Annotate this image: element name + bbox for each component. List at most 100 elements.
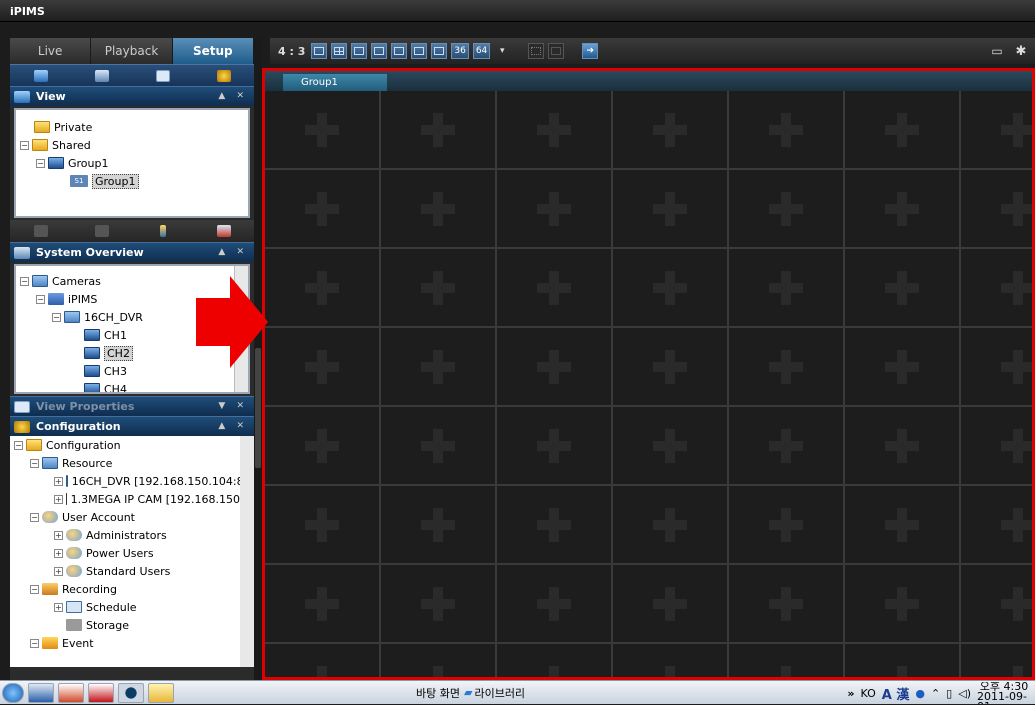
video-cell[interactable] xyxy=(845,565,959,642)
video-cell[interactable] xyxy=(497,170,611,247)
system-overview-section-header[interactable]: System Overview ▲ ✕ xyxy=(10,242,254,262)
video-cell[interactable] xyxy=(381,644,495,677)
video-cell[interactable] xyxy=(845,486,959,563)
video-cell[interactable] xyxy=(729,644,843,677)
video-cell[interactable] xyxy=(729,170,843,247)
keyboard-icon[interactable]: ▭ xyxy=(989,43,1005,59)
collapse-icon[interactable]: − xyxy=(14,440,23,450)
toolbar-overflow-icon[interactable]: » xyxy=(847,687,854,700)
video-cell[interactable] xyxy=(265,328,379,405)
collapse-close-controls[interactable]: ▲ ✕ xyxy=(218,91,248,101)
collapse-icon[interactable]: − xyxy=(30,512,39,522)
collapse-icon[interactable]: − xyxy=(30,458,39,468)
video-cell[interactable] xyxy=(729,328,843,405)
video-cell[interactable] xyxy=(381,170,495,247)
expand-icon[interactable]: + xyxy=(54,476,63,486)
video-cell[interactable] xyxy=(381,565,495,642)
video-cell[interactable] xyxy=(265,407,379,484)
tree-node-private[interactable]: Private xyxy=(20,118,244,136)
layout-3x3-button[interactable] xyxy=(351,43,368,59)
tree-node-schedule[interactable]: + Schedule xyxy=(10,598,240,616)
ime-mode-indicator[interactable]: A 漢 xyxy=(882,684,910,703)
video-cell[interactable] xyxy=(845,328,959,405)
view-properties-toggle-button[interactable] xyxy=(132,65,193,86)
layout-2x2-button[interactable] xyxy=(331,43,348,59)
view-toggle-button[interactable] xyxy=(10,65,71,86)
view-properties-section-header[interactable]: View Properties ▼ ✕ xyxy=(10,396,254,416)
video-cell[interactable] xyxy=(845,91,959,168)
tab-setup[interactable]: Setup xyxy=(172,38,254,64)
video-cell[interactable] xyxy=(729,486,843,563)
tree-node-configuration[interactable]: − Configuration xyxy=(10,436,240,454)
tray-expand-icon[interactable]: ⌃ xyxy=(931,687,940,700)
view-section-header[interactable]: View ▲ ✕ xyxy=(10,86,254,106)
layout-64-button[interactable]: 64 xyxy=(472,43,491,59)
video-cell[interactable] xyxy=(613,407,727,484)
video-cell[interactable] xyxy=(381,486,495,563)
start-button-icon[interactable] xyxy=(2,682,24,703)
tree-node-standard-users[interactable]: + Standard Users xyxy=(10,562,240,580)
expand-close-controls[interactable]: ▼ ✕ xyxy=(218,401,248,411)
video-cell[interactable] xyxy=(265,249,379,326)
collapse-icon[interactable]: − xyxy=(36,158,45,168)
tab-group1[interactable]: Group1 xyxy=(283,74,387,91)
edit-view-button[interactable] xyxy=(132,220,193,242)
layout-dropdown-icon[interactable]: ▾ xyxy=(494,43,510,59)
collapse-icon[interactable]: − xyxy=(52,312,61,322)
tree-node-group1-view[interactable]: S1 Group1 xyxy=(20,172,244,190)
layout-6x6-button[interactable] xyxy=(431,43,448,59)
explorer-icon[interactable] xyxy=(148,682,174,703)
tab-playback[interactable]: Playback xyxy=(91,38,173,64)
video-cell[interactable] xyxy=(613,328,727,405)
clock[interactable]: 오후 4:30 2011-09-01 xyxy=(977,682,1031,704)
tree-node-ip-cam[interactable]: +1.3MEGA IP CAM [192.168.150 xyxy=(10,490,240,508)
tree-node-user-account[interactable]: − User Account xyxy=(10,508,240,526)
ipims-taskbar-icon[interactable] xyxy=(118,682,144,703)
grid-toggle-button[interactable] xyxy=(548,43,565,59)
layout-4x4-button[interactable] xyxy=(391,43,408,59)
video-cell[interactable] xyxy=(381,91,495,168)
next-page-button[interactable]: ➔ xyxy=(582,43,599,59)
tree-node-administrators[interactable]: + Administrators xyxy=(10,526,240,544)
network-tray-icon[interactable]: ▯ xyxy=(946,687,952,700)
video-cell[interactable] xyxy=(729,407,843,484)
tree-node-power-users[interactable]: + Power Users xyxy=(10,544,240,562)
video-cell[interactable] xyxy=(961,170,1032,247)
collapse-close-controls[interactable]: ▲ ✕ xyxy=(218,247,248,257)
expand-icon[interactable]: + xyxy=(54,566,63,576)
tree-node-16ch-dvr-resource[interactable]: +16CH_DVR [192.168.150.104:808 xyxy=(10,472,240,490)
library-toolbar-label[interactable]: 라이브러리 xyxy=(474,685,525,701)
video-cell[interactable] xyxy=(497,328,611,405)
fullscreen-button[interactable] xyxy=(528,43,545,59)
expand-icon[interactable]: + xyxy=(54,602,63,612)
configuration-toggle-button[interactable] xyxy=(193,65,254,86)
video-cell[interactable] xyxy=(845,644,959,677)
video-cell[interactable] xyxy=(497,249,611,326)
video-cell[interactable] xyxy=(497,407,611,484)
layout-4x3-button[interactable] xyxy=(371,43,388,59)
help-icon[interactable]: ● xyxy=(915,687,925,700)
delete-view-button[interactable] xyxy=(193,220,254,242)
video-cell[interactable] xyxy=(845,170,959,247)
tree-node-resource[interactable]: − Resource xyxy=(10,454,240,472)
video-cell[interactable] xyxy=(961,407,1032,484)
video-cell[interactable] xyxy=(961,249,1032,326)
layout-1x1-button[interactable] xyxy=(311,43,328,59)
video-cell[interactable] xyxy=(497,486,611,563)
desktop-toolbar-label[interactable]: 바탕 화면 xyxy=(416,685,460,701)
video-cell[interactable] xyxy=(381,328,495,405)
video-cell[interactable] xyxy=(497,91,611,168)
acrobat-icon[interactable] xyxy=(88,682,114,703)
expand-icon[interactable]: + xyxy=(54,548,63,558)
layout-5x5-button[interactable] xyxy=(411,43,428,59)
settings-gear-icon[interactable]: ✱ xyxy=(1013,43,1029,59)
video-cell[interactable] xyxy=(845,249,959,326)
add-view-button[interactable] xyxy=(10,220,71,242)
collapse-icon[interactable]: − xyxy=(30,638,39,648)
tree-node-storage[interactable]: Storage xyxy=(10,616,240,634)
video-cell[interactable] xyxy=(381,249,495,326)
volume-tray-icon[interactable]: ◁) xyxy=(958,687,971,700)
video-cell[interactable] xyxy=(613,170,727,247)
system-overview-toggle-button[interactable] xyxy=(71,65,132,86)
collapse-icon[interactable]: − xyxy=(30,584,39,594)
